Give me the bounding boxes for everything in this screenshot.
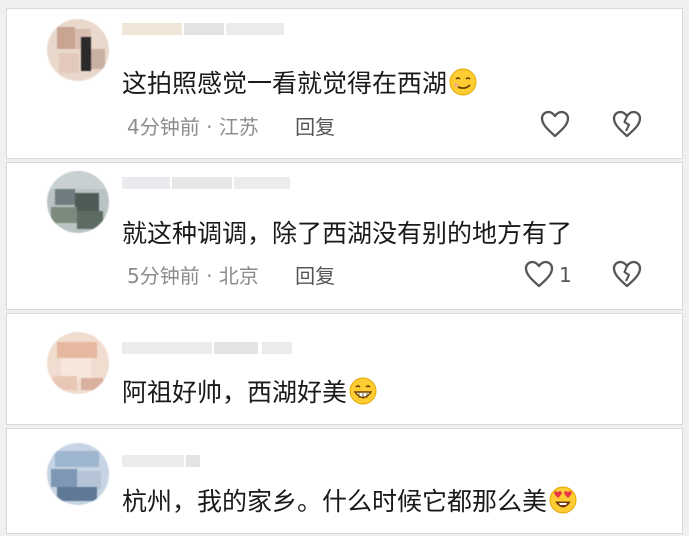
comment-meta: 4分钟前 · 江苏 回复 — [127, 114, 335, 140]
comment-card: 这拍照感觉一看就觉得在西湖 4分钟前 · 江苏 回复 — [6, 8, 683, 159]
broken-heart-outline-icon[interactable] — [611, 109, 643, 139]
comment-location: 江苏 — [218, 115, 259, 139]
comment-text: 阿祖好帅，西湖好美 — [122, 376, 378, 409]
username-blurred[interactable] — [122, 338, 292, 360]
avatar[interactable] — [47, 171, 109, 233]
reply-button[interactable]: 回复 — [295, 264, 335, 288]
avatar[interactable] — [47, 443, 109, 505]
grinning-face-emoji — [349, 377, 377, 405]
reply-button[interactable]: 回复 — [295, 115, 335, 139]
comment-text: 这拍照感觉一看就觉得在西湖 — [122, 67, 478, 100]
meta-separator: · — [206, 264, 213, 288]
comment-meta: 5分钟前 · 北京 回复 — [127, 263, 335, 289]
comment-text-content: 杭州，我的家乡。什么时候它都那么美 — [122, 487, 548, 516]
username-blurred[interactable] — [122, 173, 292, 195]
username-blurred[interactable] — [122, 451, 292, 473]
heart-eyes-face-emoji — [549, 486, 577, 514]
like-count: 1 — [559, 263, 572, 287]
comment-card: 就这种调调，除了西湖没有别的地方有了 5分钟前 · 北京 回复 1 — [6, 162, 683, 310]
avatar[interactable] — [47, 332, 109, 394]
heart-outline-icon[interactable] — [539, 109, 571, 139]
comment-text-content: 就这种调调，除了西湖没有别的地方有了 — [122, 219, 573, 248]
username-blurred[interactable] — [122, 19, 292, 41]
comment-text: 就这种调调，除了西湖没有别的地方有了 — [122, 218, 572, 250]
comment-time: 5分钟前 — [127, 264, 200, 288]
avatar[interactable] — [47, 19, 109, 81]
comment-card: 阿祖好帅，西湖好美 — [6, 313, 683, 425]
meta-separator: · — [206, 115, 213, 139]
comment-text-content: 阿祖好帅，西湖好美 — [122, 378, 348, 407]
comment-time: 4分钟前 — [127, 115, 200, 139]
broken-heart-outline-icon[interactable] — [611, 259, 643, 289]
comment-text-content: 这拍照感觉一看就觉得在西湖 — [122, 69, 448, 98]
heart-outline-icon[interactable] — [523, 259, 555, 289]
comment-text: 杭州，我的家乡。什么时候它都那么美 — [122, 485, 578, 518]
comment-list: 这拍照感觉一看就觉得在西湖 4分钟前 · 江苏 回复 就这种调调，除了西湖没有别… — [0, 0, 689, 536]
comment-card: 杭州，我的家乡。什么时候它都那么美 — [6, 428, 683, 534]
comment-location: 北京 — [218, 264, 259, 288]
smirk-face-emoji — [449, 68, 477, 96]
